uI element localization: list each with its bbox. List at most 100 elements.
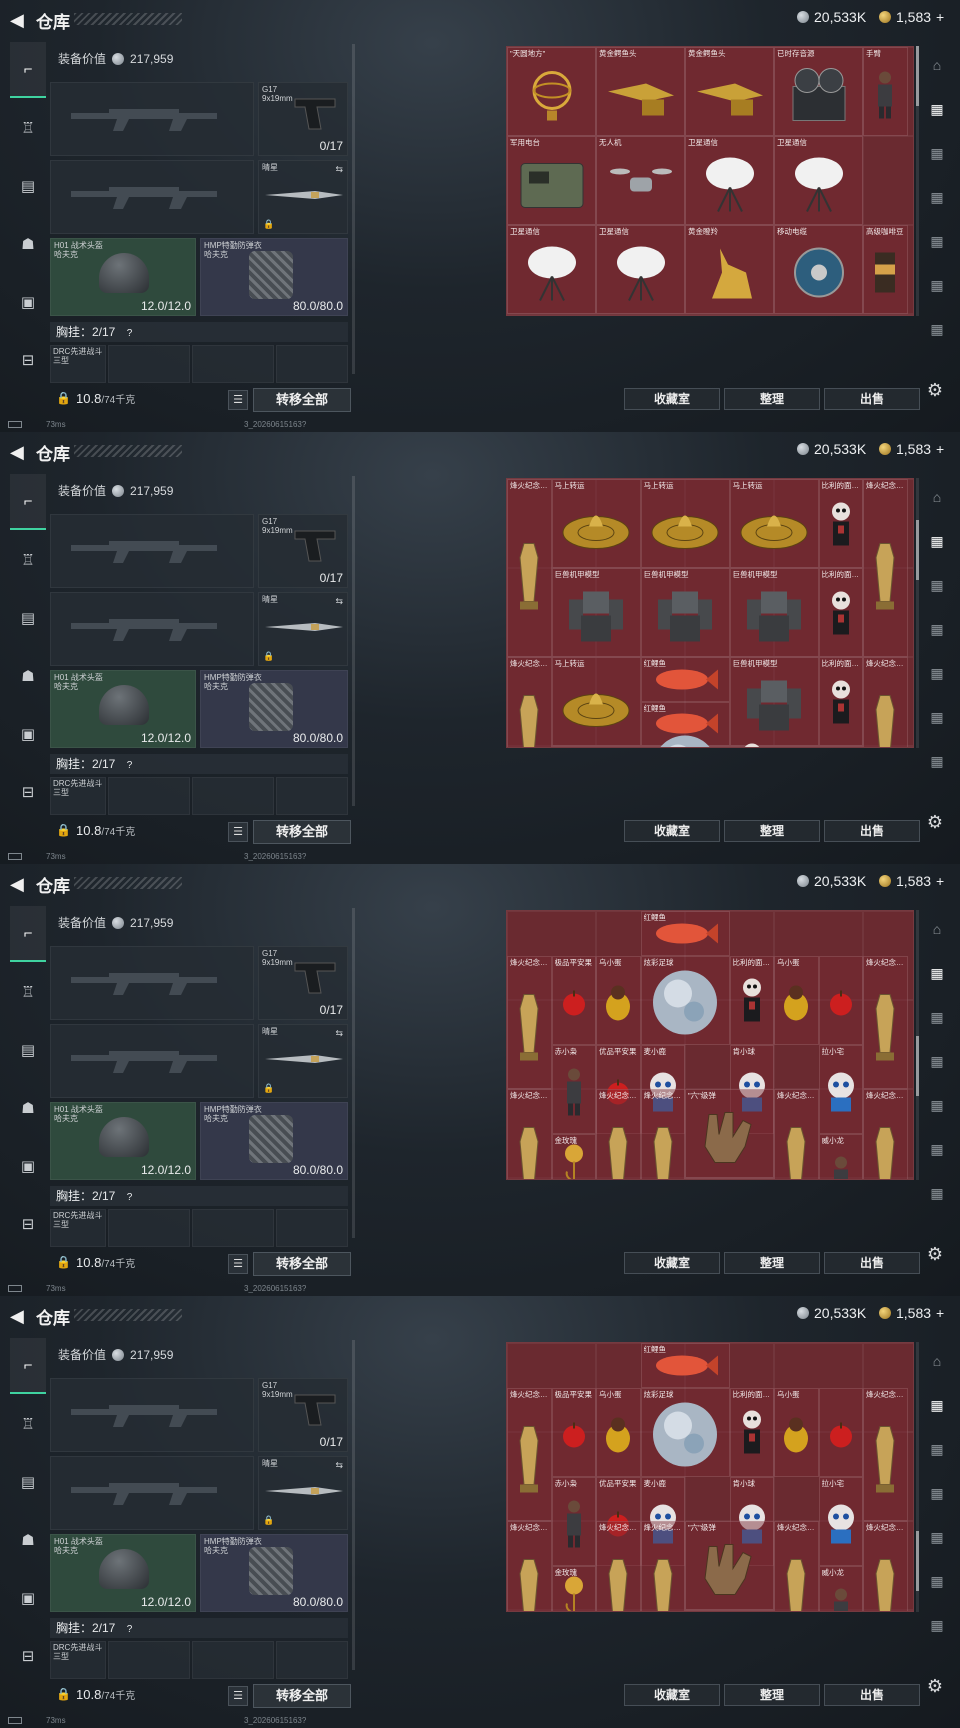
stash-item[interactable]: 明日方舟: [729, 1610, 774, 1611]
tab-weapons[interactable]: ⌐: [10, 42, 46, 98]
stash-item[interactable]: 移动电缆: [774, 225, 863, 314]
pouch-slot[interactable]: DRC先进战斗 三型: [50, 345, 106, 383]
tab-rig[interactable]: ▤: [10, 1454, 46, 1510]
tab-toolbox[interactable]: ⊟: [10, 332, 46, 388]
stash-scroll-thumb[interactable]: [916, 520, 919, 580]
stash-item[interactable]: 马上转运: [551, 657, 641, 746]
stash-item[interactable]: 卫星通信: [596, 225, 685, 314]
back-arrow-icon[interactable]: ◀: [10, 874, 28, 894]
stash-item[interactable]: 金玫瑰: [551, 1565, 596, 1611]
stash-item[interactable]: 比利的面…: [818, 479, 863, 568]
list-view-button[interactable]: ☰: [228, 822, 248, 842]
stash-page-icon[interactable]: ▦: [924, 660, 950, 686]
gold-add-icon[interactable]: +: [936, 873, 944, 889]
tab-armor[interactable]: ♖: [10, 1396, 46, 1452]
stash-item[interactable]: 烽火纪念…: [774, 1521, 819, 1611]
collection-room-button[interactable]: 收藏室: [624, 1252, 720, 1274]
stash-item[interactable]: 威小龙: [818, 1565, 863, 1611]
tab-backpack[interactable]: ☗: [10, 1080, 46, 1136]
tab-backpack[interactable]: ☗: [10, 216, 46, 272]
stash-item[interactable]: 烽火纪念…: [507, 955, 552, 1089]
stash-scrollbar[interactable]: [916, 1342, 919, 1612]
transfer-all-button[interactable]: 转移全部: [253, 1252, 351, 1276]
stash-item[interactable]: 比利的面…: [729, 743, 774, 747]
stash-item[interactable]: 烽火纪念…: [640, 1521, 685, 1611]
back-arrow-icon[interactable]: ◀: [10, 10, 28, 30]
gold-currency[interactable]: 1,583 +: [879, 9, 944, 25]
pistol-slot[interactable]: G17 9x19mm 0/17: [258, 514, 348, 588]
gold-add-icon[interactable]: +: [936, 9, 944, 25]
stash-item[interactable]: 明日方舟: [729, 1178, 774, 1179]
help-icon[interactable]: ?: [127, 1192, 133, 1203]
stash-item[interactable]: [818, 1387, 863, 1477]
pistol-slot[interactable]: G17 9x19mm 0/17: [258, 946, 348, 1020]
helmet-slot[interactable]: H01 战术头盔 哈夫克 12.0/12.0: [50, 1102, 196, 1180]
stash-item[interactable]: 巨兽机甲模型: [729, 657, 819, 746]
primary-weapon-slot[interactable]: [50, 1378, 254, 1452]
stash-page-icon[interactable]: ▦: [924, 1136, 950, 1162]
tab-armor[interactable]: ♖: [10, 532, 46, 588]
stash-item[interactable]: 赤小枭: [551, 1476, 596, 1566]
tab-toolbox[interactable]: ⊟: [10, 764, 46, 820]
help-icon[interactable]: ?: [127, 760, 133, 771]
tab-rig[interactable]: ▤: [10, 1022, 46, 1078]
pouch-slot[interactable]: [192, 345, 274, 383]
stash-empty-cell[interactable]: [863, 136, 913, 225]
stash-item[interactable]: 烽火纪念…: [507, 479, 552, 657]
tab-toolbox[interactable]: ⊟: [10, 1628, 46, 1684]
stash-page-icon[interactable]: ▦: [924, 572, 950, 598]
sell-button[interactable]: 出售: [824, 388, 920, 410]
stash-item[interactable]: 烽火纪念…: [863, 1521, 908, 1611]
stash-item[interactable]: 炫彩足球: [640, 1387, 730, 1477]
stash-page-icon[interactable]: ▦: [924, 1436, 950, 1462]
stash-page-icon[interactable]: ▦: [924, 228, 950, 254]
helmet-slot[interactable]: H01 战术头盔 哈夫克 12.0/12.0: [50, 238, 196, 316]
stash-item[interactable]: 赤小枭: [551, 1044, 596, 1134]
pouch-slot[interactable]: DRC先进战斗 三型: [50, 1209, 106, 1247]
gold-currency[interactable]: 1,583 +: [879, 441, 944, 457]
pouch-slot[interactable]: [108, 777, 190, 815]
pouch-slot[interactable]: [192, 1209, 274, 1247]
pouch-slot[interactable]: [192, 777, 274, 815]
stash-item[interactable]: 烽火纪念…: [863, 1387, 908, 1521]
stash-item[interactable]: 巨兽机甲模型: [551, 568, 641, 657]
tab-backpack[interactable]: ☗: [10, 648, 46, 704]
collection-room-button[interactable]: 收藏室: [624, 388, 720, 410]
help-icon[interactable]: ?: [127, 328, 133, 339]
chest-rig-bar[interactable]: 胸挂：2/17 ?: [50, 754, 348, 774]
stash-page-icon[interactable]: ▦: [924, 1048, 950, 1074]
primary-weapon-slot[interactable]: [50, 946, 254, 1020]
primary-weapon-slot[interactable]: [50, 82, 254, 156]
stash-item[interactable]: "六"级弹: [685, 1521, 774, 1610]
stash-page-icon[interactable]: ⌂: [924, 916, 950, 942]
stash-item[interactable]: 金玫瑰: [551, 1133, 596, 1179]
stash-item[interactable]: 高级咖啡豆: [863, 225, 908, 314]
stash-item[interactable]: 极品平安果: [551, 1387, 596, 1477]
stash-empty-cell[interactable]: [863, 314, 913, 315]
stash-page-icon[interactable]: ▦: [924, 1004, 950, 1030]
stash-item[interactable]: 威小龙: [818, 1133, 863, 1179]
melee-slot[interactable]: 晴星 ⇆ 🔒: [258, 592, 348, 666]
sort-button[interactable]: 整理: [724, 1684, 820, 1706]
stash-item[interactable]: 烽火纪念…: [596, 1521, 641, 1611]
swap-icon[interactable]: ⇆: [335, 1460, 343, 1471]
stash-item[interactable]: [818, 955, 863, 1045]
stash-item[interactable]: 黄金鳄鱼头: [685, 47, 774, 136]
pouch-slot[interactable]: [108, 345, 190, 383]
pouch-slot[interactable]: [276, 345, 348, 383]
stash-page-icon[interactable]: ▦: [924, 1524, 950, 1550]
sell-button[interactable]: 出售: [824, 1252, 920, 1274]
stash-item[interactable]: 巨兽机甲模型: [640, 568, 730, 657]
stash-item[interactable]: 巨兽机甲模型: [729, 568, 819, 657]
stash-page-icon[interactable]: ▦: [924, 748, 950, 774]
stash-page-icon[interactable]: ⌂: [924, 52, 950, 78]
stash-item[interactable]: 烽火纪念…: [507, 1521, 552, 1611]
stash-page-icon[interactable]: ⌂: [924, 1348, 950, 1374]
stash-empty-cell[interactable]: [774, 314, 863, 315]
stash-page-icon[interactable]: ▦: [924, 184, 950, 210]
stash-item[interactable]: 烽火纪念…: [640, 1089, 685, 1179]
transfer-all-button[interactable]: 转移全部: [253, 1684, 351, 1708]
stash-item[interactable]: 红鲤鱼: [640, 657, 730, 702]
pouch-slot[interactable]: [276, 1209, 348, 1247]
secondary-weapon-slot[interactable]: [50, 1456, 254, 1530]
